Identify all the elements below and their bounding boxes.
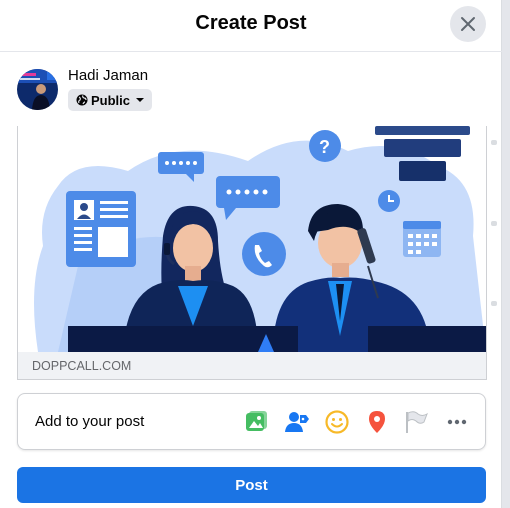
add-to-post-label: Add to your post <box>35 413 145 430</box>
post-button[interactable]: Post <box>17 467 486 503</box>
content-scrollbar[interactable] <box>491 126 497 380</box>
link-domain: DOPPCALL.COM <box>18 352 486 379</box>
globe-icon <box>76 94 88 106</box>
photo-video-icon[interactable] <box>243 409 269 435</box>
check-in-icon[interactable] <box>364 409 390 435</box>
flag-icon[interactable] <box>404 409 430 435</box>
close-button[interactable] <box>450 6 486 42</box>
tag-people-icon[interactable] <box>284 409 310 435</box>
create-post-dialog: Create Post Hadi Jaman Public ? DOPPCALL… <box>0 0 502 508</box>
avatar[interactable] <box>17 69 58 110</box>
more-icon[interactable] <box>444 409 470 435</box>
privacy-selector[interactable]: Public <box>68 89 152 111</box>
close-icon <box>461 17 475 31</box>
caret-down-icon <box>136 98 145 102</box>
link-preview-image: ? <box>18 126 486 352</box>
dialog-title: Create Post <box>195 12 307 34</box>
feeling-icon[interactable] <box>324 409 350 435</box>
user-name[interactable]: Hadi Jaman <box>68 67 148 84</box>
background-page-edge <box>502 0 510 508</box>
link-preview-card[interactable]: ? DOPPCALL.COM <box>17 126 487 380</box>
dialog-header: Create Post <box>0 0 502 52</box>
svg-text:?: ? <box>319 137 330 157</box>
add-to-post-bar: Add to your post <box>17 393 486 450</box>
privacy-label: Public <box>91 92 131 108</box>
